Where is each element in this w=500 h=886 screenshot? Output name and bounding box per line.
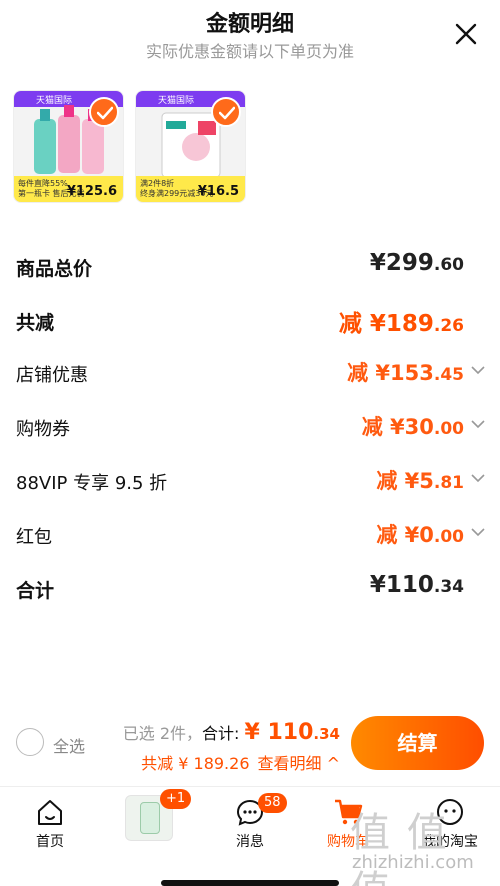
amount-dec: .45 — [433, 365, 464, 385]
chevron-down-icon[interactable] — [470, 471, 486, 485]
tab-home[interactable]: 首页 — [5, 793, 95, 853]
product-can — [140, 802, 160, 834]
home-indicator — [161, 880, 339, 886]
amount-int: 减 ¥153 — [347, 361, 434, 385]
red-packet-label: 红包 — [16, 527, 52, 548]
amount-int: 减 ¥189 — [338, 311, 434, 337]
chevron-down-icon[interactable] — [470, 525, 486, 539]
total-value: ¥ 110.34 — [245, 720, 340, 745]
amount-dec: .34 — [433, 577, 464, 597]
amount-dec: .60 — [433, 255, 464, 275]
checkout-bar: 全选 已选 2件，合计: ¥ 110.34 共减 ¥ 189.26 查看明细 ^ … — [0, 706, 500, 786]
watermark-glyphs: 值 值 值 — [350, 810, 449, 886]
product-thumb-2[interactable]: 天猫国际 满2件8折 终身满299元减30元 ¥16.5 — [135, 90, 246, 203]
amount-dec: .00 — [433, 419, 464, 439]
total-reduction-amount: 减 ¥189.26 — [339, 304, 464, 338]
header: 金额明细 实际优惠金额请以下单页为准 — [0, 0, 500, 70]
row-coupon[interactable]: 购物券 减 ¥30.00 — [16, 411, 486, 445]
home-icon — [38, 800, 62, 825]
page-title: 金额明细 — [205, 12, 294, 37]
goods-total-label: 商品总价 — [16, 258, 93, 280]
product-price: ¥125.6 — [66, 184, 117, 199]
total-dec: .34 — [313, 725, 340, 743]
row-store-discount[interactable]: 店铺优惠 减 ¥153.45 — [16, 357, 486, 391]
product-price-value: 16.5 — [206, 184, 239, 199]
tab-home-label: 首页 — [36, 834, 64, 850]
amount-int: 减 ¥5 — [376, 469, 434, 493]
messages-badge: 58 — [258, 793, 287, 813]
product-price: ¥16.5 — [197, 184, 239, 199]
promo-strip: 满2件8折 终身满299元减30元 ¥16.5 — [136, 176, 245, 202]
promo-badge: +1 — [160, 789, 192, 809]
total-reduction-label: 共减 — [16, 312, 55, 334]
store-discount-amount: 减 ¥153.45 — [347, 357, 464, 387]
select-all-radio[interactable] — [16, 728, 44, 756]
vip-discount-amount: 减 ¥5.81 — [376, 465, 464, 495]
goods-total-amount: ¥299.60 — [370, 250, 464, 276]
watermark-url: zhizhizhi.com — [352, 852, 474, 873]
reduction-text: 共减 ¥ 189.26 — [141, 754, 250, 773]
row-goods-total: 商品总价 ¥299.60 — [16, 250, 484, 284]
product-price-value: 125.6 — [75, 184, 117, 199]
amount-dec: .00 — [433, 527, 464, 547]
row-vip-discount[interactable]: 88VIP 专享 9.5 折 减 ¥5.81 — [16, 465, 486, 499]
amount-dec: .81 — [433, 473, 464, 493]
promo-strip: 每件直降55% 第一瓶卡 售后无忧 ¥125.6 — [14, 176, 123, 202]
coupon-amount: 减 ¥30.00 — [362, 411, 464, 441]
store-discount-label: 店铺优惠 — [16, 365, 88, 386]
vip-discount-label: 88VIP 专享 9.5 折 — [16, 473, 168, 494]
selected-check-icon[interactable] — [89, 97, 119, 127]
selection-summary: 已选 2件，合计: ¥ 110.34 — [123, 720, 340, 745]
view-detail-link[interactable]: 查看明细 ^ — [258, 754, 341, 773]
page-subtitle: 实际优惠金额请以下单页为准 — [145, 42, 354, 61]
tab-messages-label: 消息 — [236, 834, 264, 850]
selected-count: 已选 2件， — [122, 724, 203, 743]
row-sum: 合计 ¥110.34 — [16, 572, 484, 606]
sum-amount: ¥110.34 — [370, 572, 464, 598]
amount-int: ¥110 — [369, 572, 434, 598]
select-all-label[interactable]: 全选 — [53, 733, 85, 757]
amount-int: ¥299 — [369, 250, 434, 276]
watermark: 值 值 值 zhizhizhi.com — [340, 800, 490, 886]
chevron-down-icon[interactable] — [470, 417, 486, 431]
close-icon[interactable] — [454, 22, 478, 46]
amount-dec: .26 — [433, 316, 464, 336]
reduction-summary[interactable]: 共减 ¥ 189.26 查看明细 ^ — [141, 750, 340, 774]
total-int: ¥ 110 — [244, 720, 314, 745]
row-total-reduction: 共减 减 ¥189.26 — [16, 304, 484, 338]
amount-int: 减 ¥30 — [361, 415, 434, 439]
total-label: 合计: — [202, 724, 245, 743]
selected-check-icon[interactable] — [211, 97, 241, 127]
coupon-label: 购物券 — [16, 419, 70, 440]
chevron-down-icon[interactable] — [470, 363, 486, 377]
amount-int: 减 ¥0 — [376, 523, 434, 547]
red-packet-amount: 减 ¥0.00 — [376, 519, 464, 549]
sum-label: 合计 — [16, 580, 55, 602]
row-red-packet[interactable]: 红包 减 ¥0.00 — [16, 519, 486, 553]
checkout-button[interactable]: 结算 — [351, 716, 484, 770]
product-thumb-1[interactable]: 天猫国际 每件直降55% 第一瓶卡 售后无忧 ¥125.6 — [13, 90, 124, 203]
